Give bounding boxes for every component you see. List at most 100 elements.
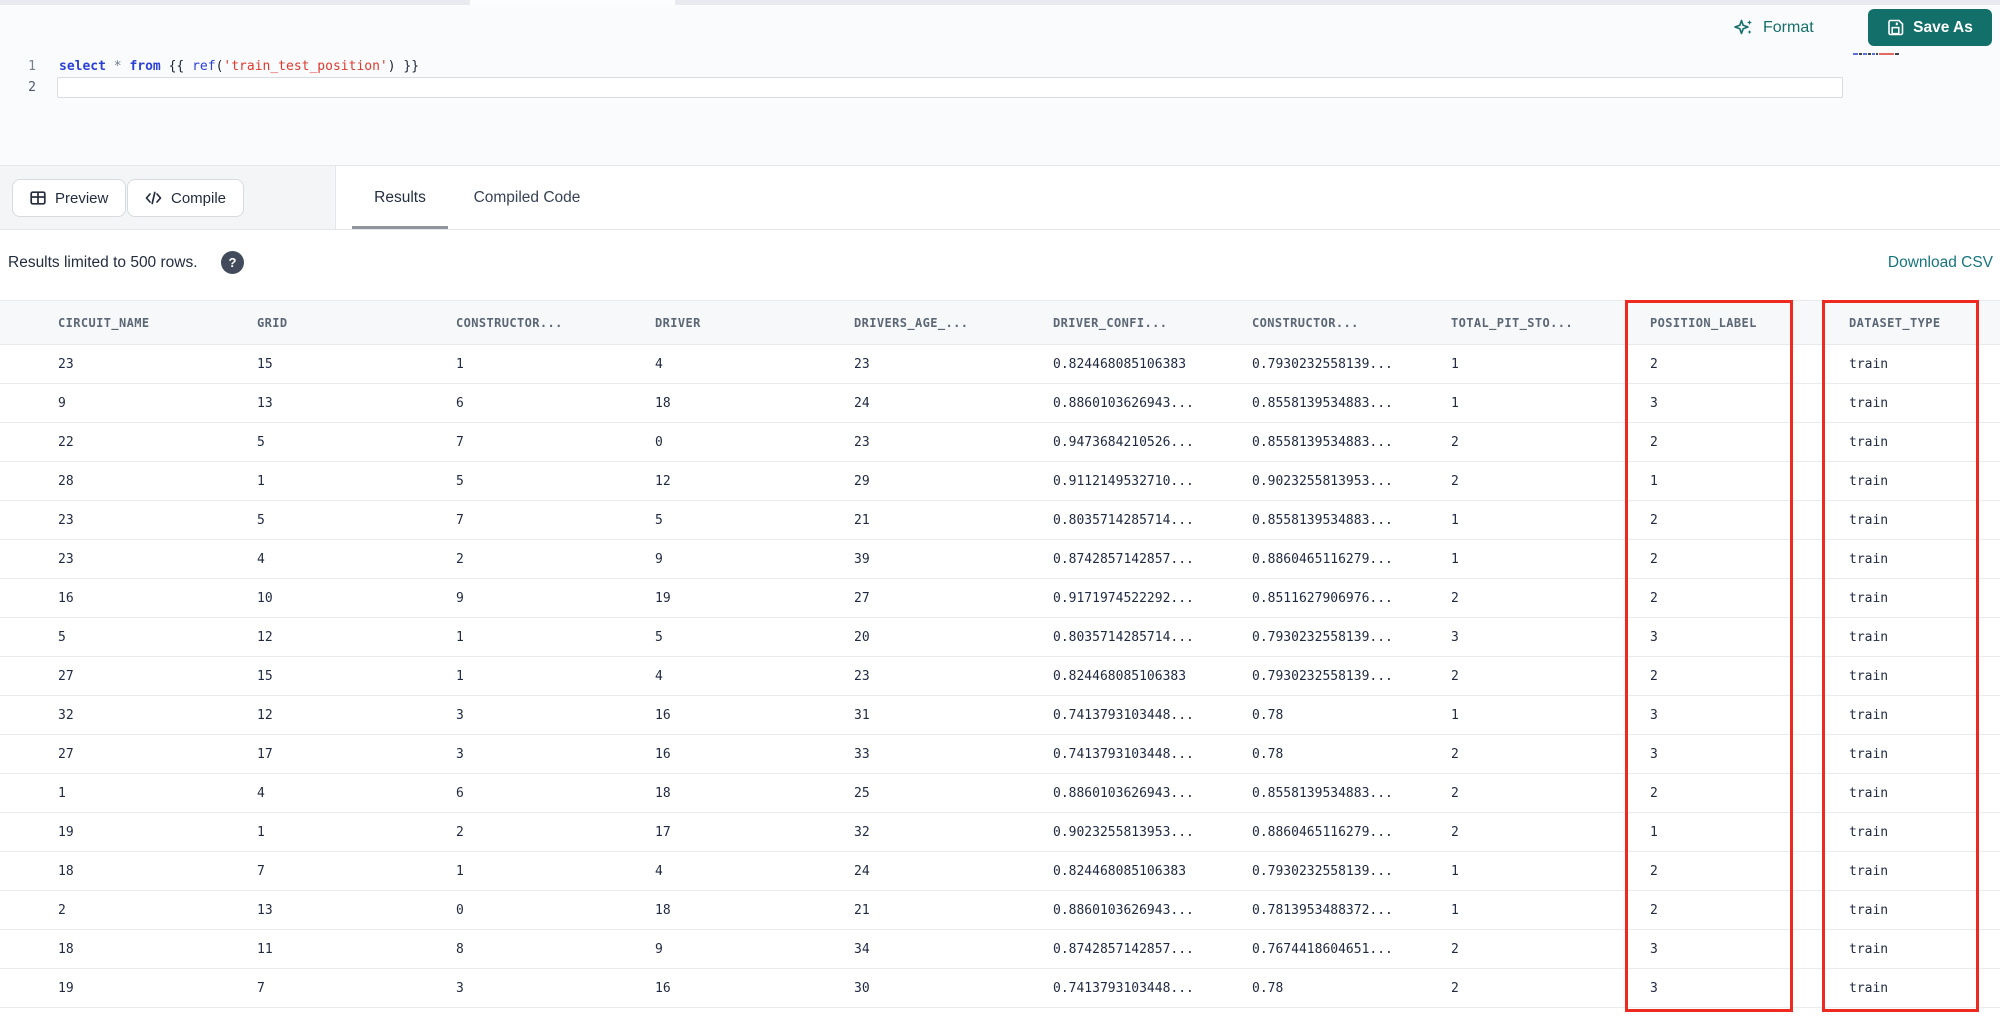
table-cell: 0.8742857142857... [1053, 941, 1194, 957]
editor-current-line-highlight [57, 77, 1843, 98]
column-header: DRIVERS_AGE_... [854, 315, 969, 330]
tab-results[interactable]: Results [352, 166, 448, 230]
table-cell: 20 [854, 629, 870, 645]
table-row: 19 1 2 17 32 0.9023255813953... 0.886046511627… [0, 813, 2000, 852]
table-cell: 23 [854, 356, 870, 372]
table-cell: train [1849, 668, 1889, 684]
active-tab-underline [352, 226, 448, 229]
table-cell: 2 [1650, 356, 1658, 372]
table-cell: 5 [58, 629, 66, 645]
table-cell: train [1849, 473, 1889, 489]
table-cell: 5 [655, 629, 663, 645]
table-cell: train [1849, 629, 1889, 645]
table-cell: 0.8860103626943... [1053, 395, 1194, 411]
table-cell: 15 [257, 356, 273, 372]
results-toolbar: Preview Compile Results Compiled Code [0, 165, 2000, 230]
table-cell: 0.824468085106383 [1053, 668, 1187, 684]
table-cell: 2 [1650, 785, 1658, 801]
table-cell: 2 [1451, 824, 1459, 840]
sql-editor[interactable]: 1 2 select * from {{ ref('train_test_pos… [0, 5, 2000, 165]
table-header-row: CIRCUIT_NAME GRID CONSTRUCTOR... DRIVER DRIV… [0, 300, 2000, 345]
code-token: ) [387, 59, 396, 74]
row-limit-note: Results limited to 500 rows. [8, 254, 198, 271]
table-cell: 15 [257, 668, 273, 684]
preview-button[interactable]: Preview [12, 179, 127, 217]
table-cell: 19 [58, 980, 74, 996]
editor-minimap[interactable] [1853, 51, 1913, 57]
table-cell: 16 [655, 707, 671, 723]
table-cell: 1 [1451, 356, 1459, 372]
table-cell: 2 [1451, 668, 1459, 684]
table-cell: 12 [655, 473, 671, 489]
table-cell: 0.824468085106383 [1053, 863, 1187, 879]
table-cell: 9 [456, 590, 464, 606]
table-cell: 1 [1451, 863, 1459, 879]
table-cell: train [1849, 551, 1889, 567]
tab-compiled-code[interactable]: Compiled Code [462, 166, 592, 230]
table-cell: 2 [1650, 434, 1658, 450]
table-cell: 8 [456, 941, 464, 957]
compile-button[interactable]: Compile [127, 179, 245, 217]
table-cell: train [1849, 941, 1889, 957]
table-cell: 13 [257, 395, 273, 411]
table-cell: 3 [1650, 629, 1658, 645]
table-cell: 0.8035714285714... [1053, 512, 1194, 528]
table-row: 27 15 1 4 23 0.824468085106383 0.7930232558139… [0, 657, 2000, 696]
table-cell: 2 [1451, 590, 1459, 606]
table-cell: 0.8860103626943... [1053, 785, 1194, 801]
table-cell: 0.9112149532710... [1053, 473, 1194, 489]
table-cell: 18 [58, 941, 74, 957]
table-row: 16 10 9 19 27 0.9171974522292... 0.85116279069… [0, 579, 2000, 618]
table-cell: 3 [456, 707, 464, 723]
table-cell: train [1849, 590, 1889, 606]
table-cell: 9 [58, 395, 66, 411]
table-cell: 31 [854, 707, 870, 723]
table-cell: 16 [655, 980, 671, 996]
table-cell: 29 [854, 473, 870, 489]
table-cell: 0.824468085106383 [1053, 356, 1187, 372]
column-header: DRIVER_CONFI... [1053, 315, 1168, 330]
table-cell: 2 [1451, 785, 1459, 801]
table-cell: 2 [1451, 473, 1459, 489]
table-cell: 0.9171974522292... [1053, 590, 1194, 606]
table-cell: 22 [58, 434, 74, 450]
table-cell: 5 [456, 473, 464, 489]
table-cell: 34 [854, 941, 870, 957]
table-cell: 0.8035714285714... [1053, 629, 1194, 645]
table-row: 18 11 8 9 34 0.8742857142857... 0.767441860465… [0, 930, 2000, 969]
table-cell: 3 [456, 980, 464, 996]
table-cell: 5 [655, 512, 663, 528]
table-cell: 7 [257, 980, 265, 996]
save-as-button[interactable]: Save As [1868, 9, 1992, 46]
table-cell: 2 [1451, 746, 1459, 762]
table-cell: 24 [854, 863, 870, 879]
table-row: 32 12 3 16 31 0.7413793103448... 0.78 1 3 train [0, 696, 2000, 735]
help-icon[interactable] [221, 251, 244, 274]
table-cell: 18 [655, 902, 671, 918]
table-cell: 2 [1451, 980, 1459, 996]
table-cell: 0 [456, 902, 464, 918]
code-brackets-icon [145, 190, 162, 206]
table-cell: 19 [58, 824, 74, 840]
table-cell: 5 [257, 512, 265, 528]
code-token: select [59, 59, 106, 74]
code-token: from [129, 59, 161, 74]
format-button[interactable]: Format [1734, 18, 1814, 38]
table-cell: 23 [58, 356, 74, 372]
table-cell: 9 [655, 941, 663, 957]
table-cell: 3 [1650, 395, 1658, 411]
table-row: 9 13 6 18 24 0.8860103626943... 0.855813953488… [0, 384, 2000, 423]
line-number: 1 [28, 59, 36, 74]
table-cell: train [1849, 707, 1889, 723]
table-cell: 0.7930232558139... [1252, 863, 1393, 879]
code-token: * [113, 59, 122, 74]
code-line-1[interactable]: select * from {{ ref('train_test_positio… [59, 56, 419, 77]
download-csv-link[interactable]: Download CSV [1888, 254, 1993, 272]
table-cell: 0.78 [1252, 980, 1284, 996]
table-cell: 10 [257, 590, 273, 606]
table-cell: 16 [58, 590, 74, 606]
table-row: 23 4 2 9 39 0.8742857142857... 0.8860465116279… [0, 540, 2000, 579]
table-row: 23 15 1 4 23 0.824468085106383 0.7930232558139… [0, 345, 2000, 384]
column-header: CONSTRUCTOR... [1252, 315, 1359, 330]
